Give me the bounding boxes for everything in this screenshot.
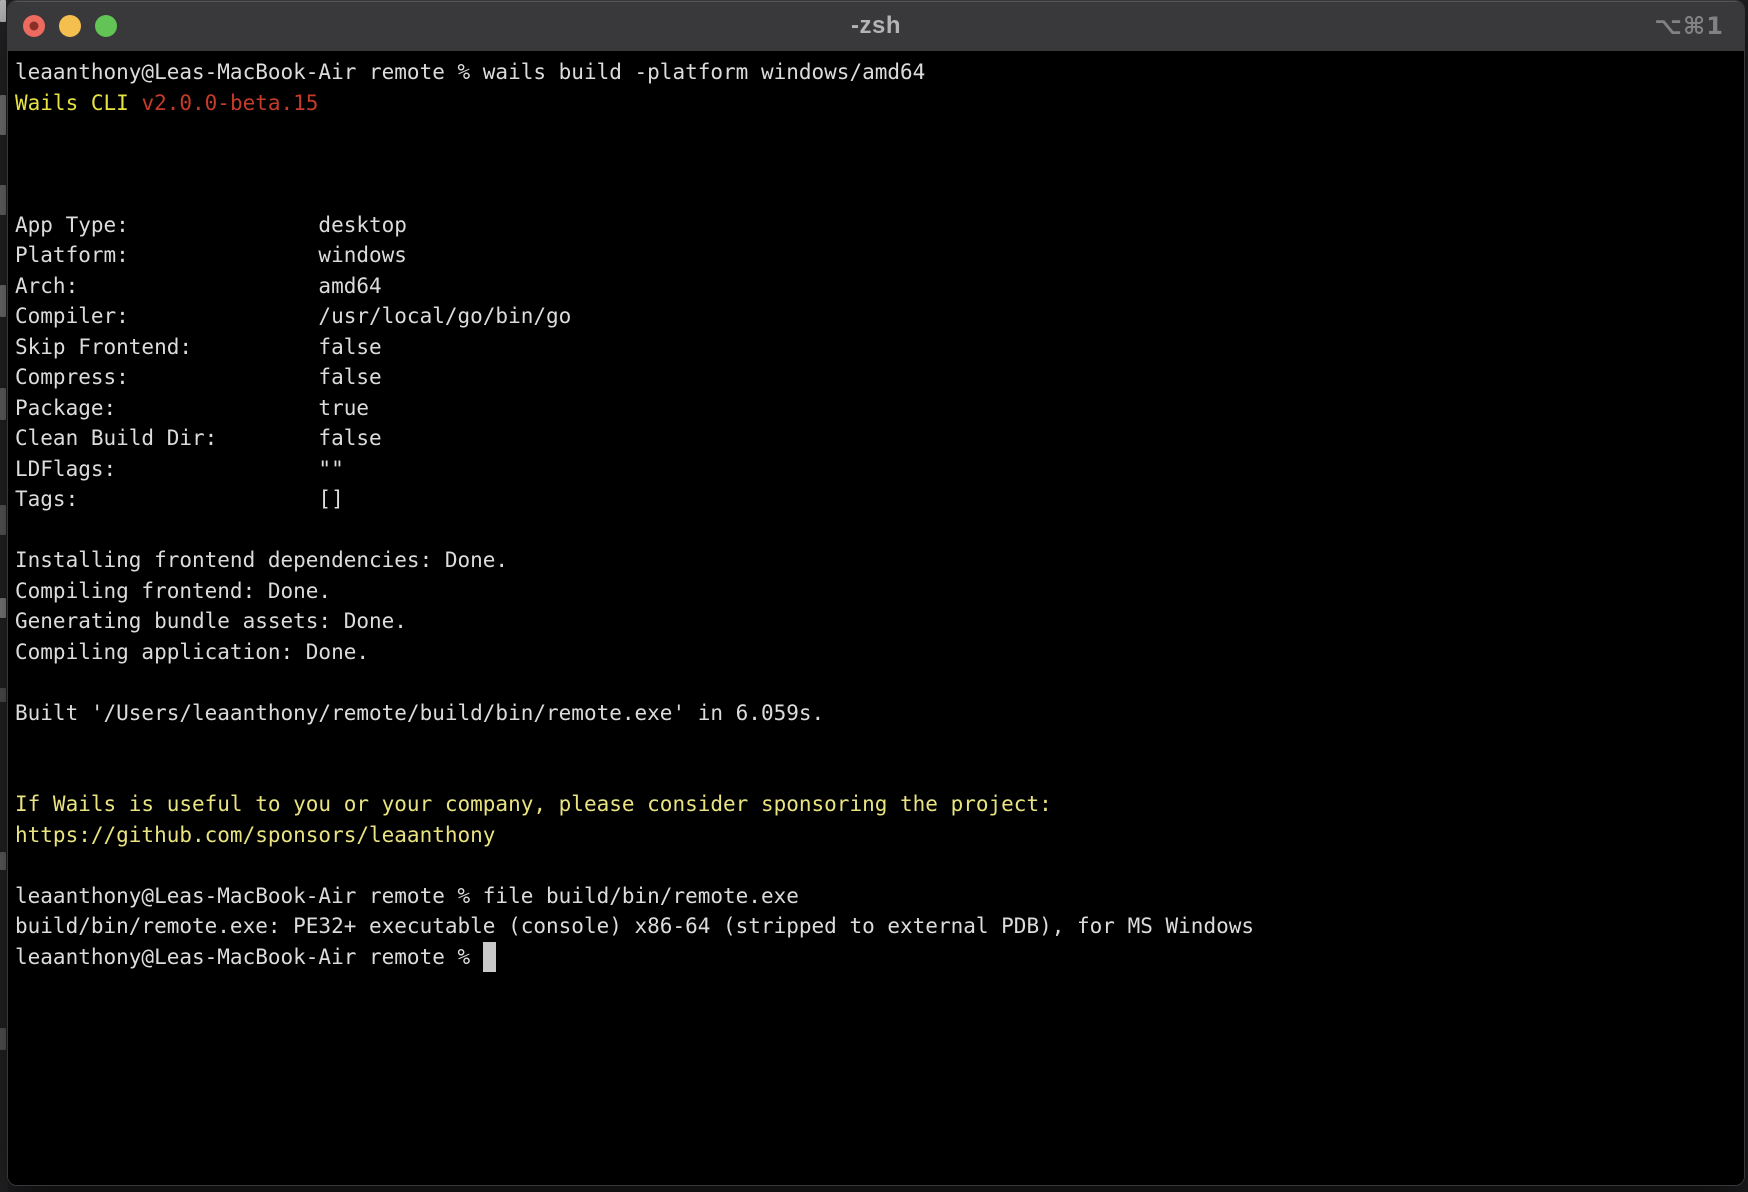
text-cursor <box>483 942 496 973</box>
terminal-line: leaanthony@Leas-MacBook-Air remote % fil… <box>15 881 1738 912</box>
terminal-text-segment: Compress: false <box>15 365 382 389</box>
terminal-text-segment: https://github.com/sponsors/leaanthony <box>15 823 495 847</box>
terminal-line: Package: true <box>15 393 1738 424</box>
terminal-line: Clean Build Dir: false <box>15 423 1738 454</box>
terminal-line: Platform: windows <box>15 240 1738 271</box>
terminal-text-segment: Tags: [] <box>15 487 344 511</box>
background-window-fragment <box>0 285 6 317</box>
terminal-text-segment: Platform: windows <box>15 243 407 267</box>
background-window-fragment <box>0 1028 6 1050</box>
terminal-line <box>15 118 1738 149</box>
terminal-text-segment: Compiler: /usr/local/go/bin/go <box>15 304 571 328</box>
terminal-text-segment: Built '/Users/leaanthony/remote/build/bi… <box>15 701 824 725</box>
background-window-fragment <box>0 505 6 535</box>
background-window-fragment <box>0 185 6 215</box>
terminal-screen[interactable]: leaanthony@Leas-MacBook-Air remote % wai… <box>8 51 1744 1185</box>
terminal-line <box>15 149 1738 180</box>
window-titlebar[interactable]: -zsh ⌥⌘1 <box>8 1 1744 51</box>
terminal-text-segment: Skip Frontend: false <box>15 335 382 359</box>
terminal-text-segment: LDFlags: "" <box>15 457 344 481</box>
terminal-text-segment: If Wails is useful to you or your compan… <box>15 792 1052 816</box>
tab-shortcut-badge: ⌥⌘1 <box>1654 12 1724 40</box>
terminal-text-segment: Installing frontend dependencies: Done. <box>15 548 508 572</box>
terminal-text-segment: Package: true <box>15 396 369 420</box>
terminal-line: build/bin/remote.exe: PE32+ executable (… <box>15 911 1738 942</box>
terminal-line: Built '/Users/leaanthony/remote/build/bi… <box>15 698 1738 729</box>
terminal-line: Compiler: /usr/local/go/bin/go <box>15 301 1738 332</box>
window-title: -zsh <box>8 12 1744 40</box>
terminal-line <box>15 728 1738 759</box>
terminal-line <box>15 667 1738 698</box>
terminal-line: Compress: false <box>15 362 1738 393</box>
desktop: { "window": { "title": "-zsh", "shortcut… <box>0 0 1748 1192</box>
terminal-line: leaanthony@Leas-MacBook-Air remote % <box>15 942 1738 973</box>
terminal-line: Generating bundle assets: Done. <box>15 606 1738 637</box>
background-window-fragment <box>0 598 6 618</box>
terminal-line: Tags: [] <box>15 484 1738 515</box>
terminal-text-segment: Arch: amd64 <box>15 274 382 298</box>
terminal-line: Compiling frontend: Done. <box>15 576 1738 607</box>
terminal-text-segment: Compiling application: Done. <box>15 640 369 664</box>
terminal-line: Compiling application: Done. <box>15 637 1738 668</box>
terminal-line: leaanthony@Leas-MacBook-Air remote % wai… <box>15 57 1738 88</box>
terminal-line: Installing frontend dependencies: Done. <box>15 545 1738 576</box>
background-window-fragment <box>0 688 6 702</box>
background-window-fragment <box>0 852 6 870</box>
terminal-text-segment: build/bin/remote.exe: PE32+ executable (… <box>15 914 1254 938</box>
terminal-line: Wails CLI v2.0.0-beta.15 <box>15 88 1738 119</box>
terminal-text-segment: leaanthony@Leas-MacBook-Air remote % <box>15 945 483 969</box>
terminal-text-segment: Generating bundle assets: Done. <box>15 609 407 633</box>
terminal-line: If Wails is useful to you or your compan… <box>15 789 1738 820</box>
background-window-fragment <box>0 0 6 22</box>
terminal-line: Skip Frontend: false <box>15 332 1738 363</box>
terminal-line <box>15 179 1738 210</box>
terminal-line: App Type: desktop <box>15 210 1738 241</box>
terminal-line <box>15 515 1738 546</box>
terminal-text-segment: Clean Build Dir: false <box>15 426 382 450</box>
terminal-window: -zsh ⌥⌘1 leaanthony@Leas-MacBook-Air rem… <box>7 0 1745 1186</box>
terminal-text-segment: Compiling frontend: Done. <box>15 579 331 603</box>
terminal-text-segment: leaanthony@Leas-MacBook-Air remote % fil… <box>15 884 799 908</box>
background-window-fragment <box>0 95 6 135</box>
terminal-line <box>15 759 1738 790</box>
terminal-line: Arch: amd64 <box>15 271 1738 302</box>
terminal-line: LDFlags: "" <box>15 454 1738 485</box>
terminal-line: https://github.com/sponsors/leaanthony <box>15 820 1738 851</box>
terminal-text-segment: Wails CLI <box>15 91 141 115</box>
terminal-text-segment: v2.0.0-beta.15 <box>141 91 318 115</box>
background-window-fragment <box>0 388 6 420</box>
terminal-text-segment: leaanthony@Leas-MacBook-Air remote % wai… <box>15 60 925 84</box>
terminal-text-segment: App Type: desktop <box>15 213 407 237</box>
terminal-line <box>15 850 1738 881</box>
